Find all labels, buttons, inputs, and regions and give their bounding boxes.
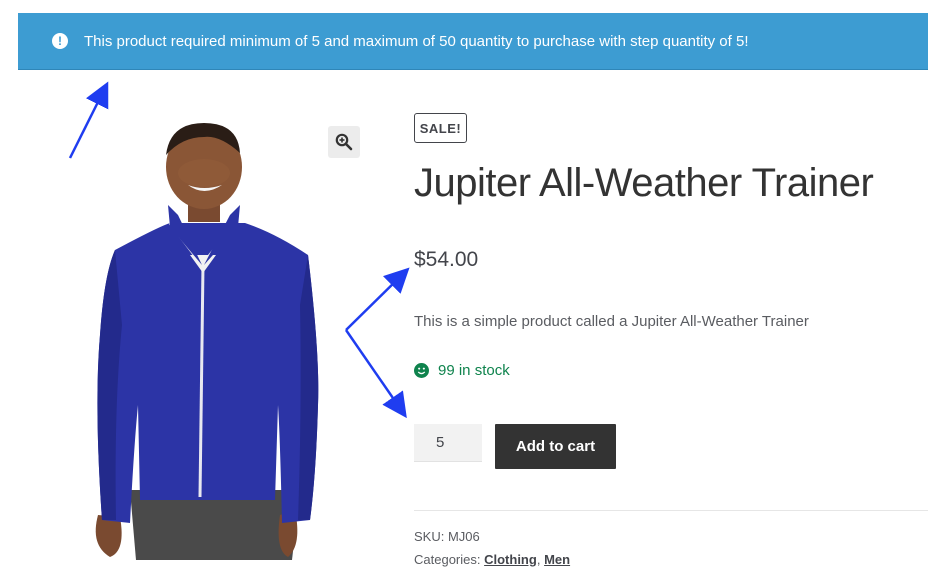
- add-to-cart-button[interactable]: Add to cart: [495, 424, 616, 469]
- product-price: $54.00: [414, 248, 479, 271]
- category-link-clothing[interactable]: Clothing: [484, 552, 537, 567]
- sale-badge: SALE!: [414, 113, 467, 143]
- sku-line: SKU: MJ06: [414, 529, 480, 544]
- category-link-men[interactable]: Men: [544, 552, 570, 567]
- category-separator: ,: [536, 552, 541, 567]
- divider: [414, 510, 928, 511]
- categories-label: Categories:: [414, 552, 481, 567]
- sku-label: SKU:: [414, 529, 445, 544]
- info-icon: !: [52, 33, 68, 49]
- info-notice-banner: ! This product required minimum of 5 and…: [18, 13, 928, 70]
- quantity-input[interactable]: [414, 424, 482, 462]
- categories-line: Categories: Clothing, Men: [414, 552, 570, 567]
- smiley-check-icon: [414, 363, 429, 378]
- product-description: This is a simple product called a Jupite…: [414, 313, 809, 330]
- magnifier-zoom-icon: [335, 133, 353, 151]
- product-image[interactable]: [70, 105, 370, 560]
- sku-value: MJ06: [447, 529, 480, 544]
- notice-text: This product required minimum of 5 and m…: [84, 32, 749, 50]
- zoom-button[interactable]: [328, 126, 360, 158]
- product-title: Jupiter All-Weather Trainer: [414, 161, 874, 205]
- stock-text: 99 in stock: [438, 362, 510, 379]
- stock-status: 99 in stock: [414, 362, 510, 379]
